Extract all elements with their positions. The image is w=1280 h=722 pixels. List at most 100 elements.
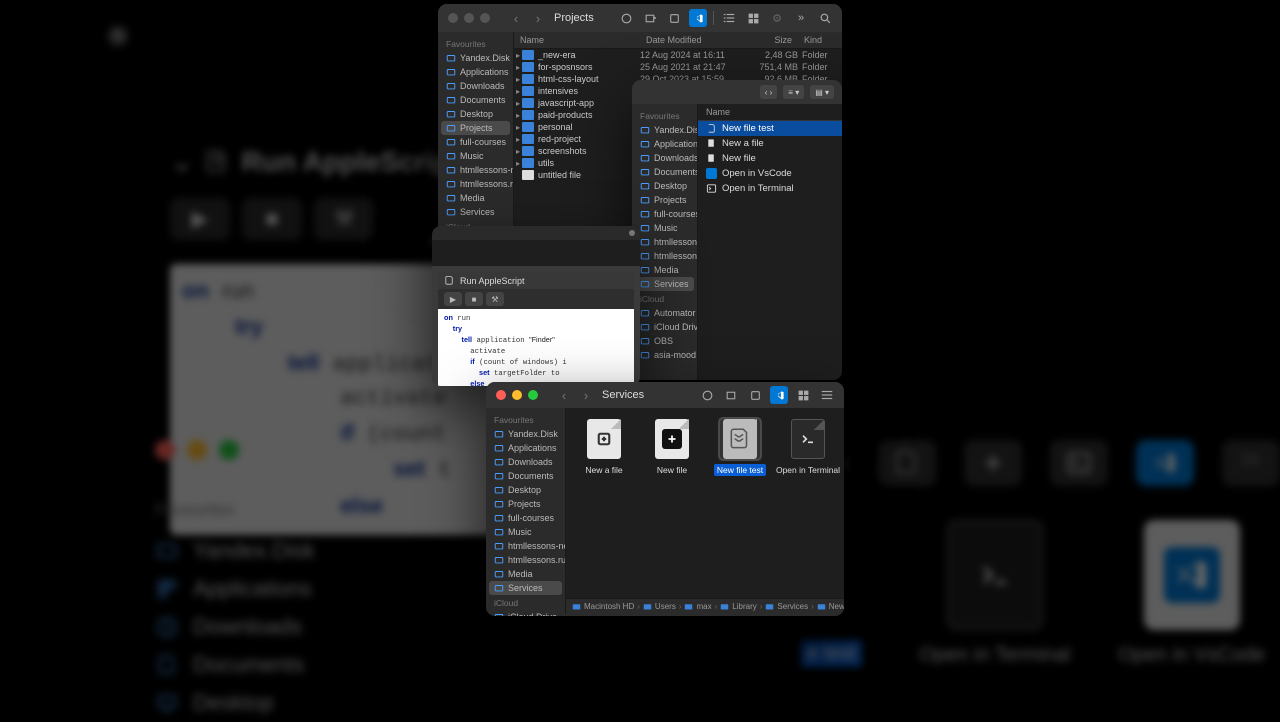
sidebar-item[interactable]: full-courses	[486, 511, 565, 525]
sidebar-item[interactable]: Media	[486, 567, 565, 581]
forward-button[interactable]: ›	[528, 9, 548, 27]
group-pill[interactable]: ▤ ▾	[810, 85, 834, 99]
sidebar-item[interactable]: iCloud Drive	[486, 610, 565, 616]
sidebar-item[interactable]: Applications	[632, 137, 697, 151]
nav-pill[interactable]: ‹ ›	[760, 85, 778, 99]
sidebar-item[interactable]: Documents	[632, 165, 697, 179]
sidebar-item[interactable]: OBS	[632, 334, 697, 348]
sidebar-item[interactable]: Yandex.Disk	[438, 51, 513, 65]
search-icon[interactable]	[816, 9, 834, 27]
list-item[interactable]: Open in Terminal	[698, 181, 842, 196]
sidebar-item[interactable]: Automator	[632, 306, 697, 320]
vscode-icon[interactable]	[689, 9, 707, 27]
traffic-min[interactable]	[512, 390, 522, 400]
vscode-icon[interactable]	[770, 386, 788, 404]
sidebar-item[interactable]: iCloud Drive	[632, 320, 697, 334]
sidebar-item[interactable]: htmllessons-new	[486, 539, 565, 553]
sidebar-item[interactable]: Projects	[632, 193, 697, 207]
list-item[interactable]: New a file	[698, 136, 842, 151]
sidebar-item[interactable]: htmllessons.ru	[486, 553, 565, 567]
sidebar-item[interactable]: Services	[438, 205, 513, 219]
sidebar-item[interactable]: full-courses	[438, 135, 513, 149]
stop-icon: ■	[242, 198, 302, 240]
column-name[interactable]: Name	[698, 104, 842, 121]
path-segment[interactable]: max	[684, 602, 711, 611]
back-button[interactable]: ‹	[554, 386, 574, 404]
grid-item[interactable]: New file test	[712, 418, 768, 476]
traffic-max[interactable]	[480, 13, 490, 23]
sidebar-item[interactable]: Applications	[438, 65, 513, 79]
sidebar-item[interactable]: Downloads	[438, 79, 513, 93]
traffic-min[interactable]	[464, 13, 474, 23]
tag-icon[interactable]	[746, 386, 764, 404]
table-row[interactable]: ▸_new-era12 Aug 2024 at 16:112,48 GBFold…	[514, 49, 842, 61]
play-button[interactable]: ▶	[444, 292, 462, 306]
sidebar-item[interactable]: Yandex.Disk	[632, 123, 697, 137]
sidebar-item[interactable]: Documents	[438, 93, 513, 107]
list-item[interactable]: New file	[698, 151, 842, 166]
traffic-green	[219, 440, 239, 460]
list-item[interactable]: New file test	[698, 121, 842, 136]
list-view-icon[interactable]	[720, 9, 738, 27]
sidebar-item[interactable]: Services	[489, 581, 562, 595]
traffic-max[interactable]	[528, 390, 538, 400]
sidebar-item[interactable]: Documents	[486, 469, 565, 483]
grid-item[interactable]: New a file	[576, 418, 632, 476]
forward-button[interactable]: ›	[576, 386, 596, 404]
traffic-close[interactable]	[496, 390, 506, 400]
sidebar-item[interactable]: asia-mood	[632, 348, 697, 362]
sidebar-item[interactable]: Yandex.Disk	[486, 427, 565, 441]
sidebar-item[interactable]: Media	[632, 263, 697, 277]
sidebar-item[interactable]: Applications	[486, 441, 565, 455]
column-kind[interactable]: Kind	[798, 32, 842, 48]
sidebar-item[interactable]: Desktop	[486, 483, 565, 497]
sidebar-item[interactable]: htmllessons-n…	[632, 235, 697, 249]
grid-item[interactable]: Open in Terminal	[780, 418, 836, 476]
automator-tab	[432, 226, 640, 240]
sidebar-item[interactable]: htmllessons.ru	[632, 249, 697, 263]
sidebar-item[interactable]: Projects	[441, 121, 510, 135]
sidebar-item[interactable]: htmllessons-new	[438, 163, 513, 177]
path-segment[interactable]: Users	[643, 602, 676, 611]
share-icon[interactable]	[617, 9, 635, 27]
sidebar-item[interactable]: Downloads	[632, 151, 697, 165]
table-row[interactable]: ▸for-sposnsors25 Aug 2021 at 21:47751,4 …	[514, 61, 842, 73]
sidebar-item[interactable]: Desktop	[438, 107, 513, 121]
grid-view-icon[interactable]	[794, 386, 812, 404]
share-icon[interactable]	[698, 386, 716, 404]
new-folder-icon[interactable]	[722, 386, 740, 404]
path-segment[interactable]: New file test	[817, 602, 844, 611]
column-date[interactable]: Date Modified	[640, 32, 748, 48]
more-icon[interactable]: »	[792, 9, 810, 27]
traffic-yellow	[187, 440, 207, 460]
column-size[interactable]: Size	[748, 32, 798, 48]
sidebar-item[interactable]: Music	[632, 221, 697, 235]
path-segment[interactable]: Services	[765, 602, 808, 611]
back-button[interactable]: ‹	[506, 9, 526, 27]
path-segment[interactable]: Macintosh HD	[572, 602, 634, 611]
action-icon[interactable]: ⚙	[768, 9, 786, 27]
new-folder-icon[interactable]	[641, 9, 659, 27]
hammer-button[interactable]: ⚒	[486, 292, 504, 306]
sidebar-item[interactable]: Projects	[486, 497, 565, 511]
grid-view-icon[interactable]	[744, 9, 762, 27]
list-view-icon[interactable]	[818, 386, 836, 404]
sidebar-item[interactable]: Downloads	[486, 455, 565, 469]
sidebar-item[interactable]: full-courses	[632, 207, 697, 221]
grid-item[interactable]: New file	[644, 418, 700, 476]
sidebar-item[interactable]: Desktop	[632, 179, 697, 193]
bg-grid-icon	[1222, 440, 1280, 486]
code-area[interactable]: on run try tell application "Finder" act…	[438, 309, 634, 386]
traffic-close[interactable]	[448, 13, 458, 23]
sidebar-item[interactable]: Music	[438, 149, 513, 163]
stop-button[interactable]: ■	[465, 292, 483, 306]
sidebar-item[interactable]: Media	[438, 191, 513, 205]
list-item[interactable]: Open in VsCode	[698, 166, 842, 181]
sidebar-item[interactable]: Music	[486, 525, 565, 539]
tag-icon[interactable]	[665, 9, 683, 27]
path-segment[interactable]: Library	[720, 602, 756, 611]
sidebar-item[interactable]: Services	[635, 277, 694, 291]
view-pill[interactable]: ≡ ▾	[783, 85, 804, 99]
sidebar-item[interactable]: htmllessons.ru	[438, 177, 513, 191]
column-name[interactable]: Name	[514, 32, 640, 48]
